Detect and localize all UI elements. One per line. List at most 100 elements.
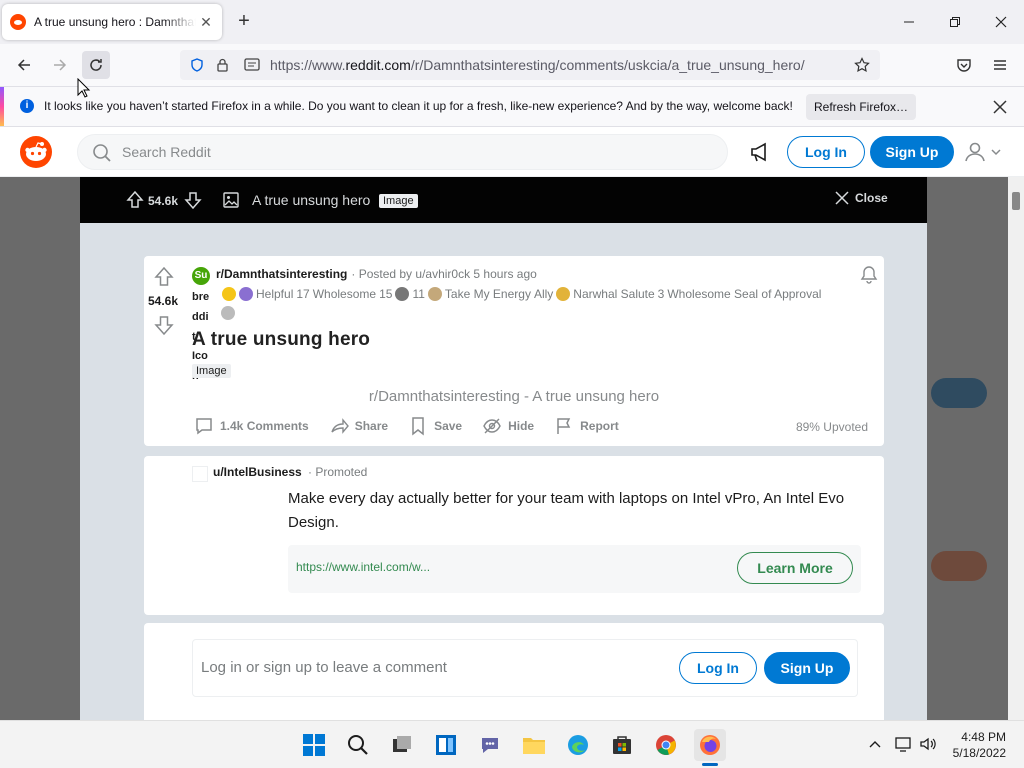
- flag-icon: [557, 418, 571, 434]
- post-meta: r/Damnthatsinteresting · Posted by u/avh…: [216, 267, 537, 281]
- user-icon: [965, 142, 985, 162]
- downvote-icon[interactable]: [153, 314, 175, 336]
- advertiser-avatar[interactable]: [192, 466, 208, 482]
- award-icon[interactable]: [239, 287, 253, 301]
- report-button[interactable]: Report: [554, 416, 619, 436]
- url-prefix: https://www.: [270, 57, 346, 73]
- chrome-icon[interactable]: [650, 729, 682, 761]
- overlay-flair: Image: [379, 194, 418, 208]
- search-icon: [92, 143, 112, 163]
- microsoft-store-icon[interactable]: [606, 729, 638, 761]
- comment-icon: [196, 418, 212, 435]
- task-view-icon[interactable]: [386, 729, 418, 761]
- comment-login-button[interactable]: Log In: [679, 652, 757, 684]
- forward-button[interactable]: [46, 51, 74, 79]
- show-hidden-icons-chevron-up-icon[interactable]: [868, 737, 882, 751]
- edge-browser-icon[interactable]: [562, 729, 594, 761]
- page-info-icon[interactable]: [244, 58, 260, 72]
- overlay-title: A true unsung hero: [252, 192, 371, 208]
- overlay-upvote-icon[interactable]: [125, 190, 145, 210]
- firefox-icon[interactable]: [694, 729, 726, 761]
- broken-icon-text-2: ddi: [192, 311, 209, 323]
- tab-close-icon[interactable]: ✕: [196, 12, 216, 32]
- network-icon[interactable]: [895, 736, 913, 752]
- posted-by[interactable]: · Posted by u/avhir0ck 5 hours ago: [351, 267, 536, 281]
- maximize-window-button[interactable]: [940, 8, 970, 36]
- promo-body[interactable]: Make every day actually better for your …: [288, 487, 868, 535]
- pocket-icon[interactable]: [950, 51, 978, 79]
- advertise-megaphone-icon[interactable]: [749, 141, 771, 163]
- tracking-protection-shield-icon[interactable]: [190, 58, 204, 72]
- comment-signup-button[interactable]: Sign Up: [764, 652, 850, 684]
- award-icon[interactable]: [556, 287, 571, 301]
- subreddit-link[interactable]: r/Damnthatsinteresting: [216, 267, 347, 281]
- image-alt-caption[interactable]: r/Damnthatsinteresting - A true unsung h…: [144, 388, 884, 405]
- new-tab-button[interactable]: +: [234, 11, 254, 32]
- awards-row: Helpful 17 Wholesome 15 11 Take My Energ…: [222, 287, 821, 301]
- subreddit-icon[interactable]: Su: [192, 267, 210, 285]
- page-scrollbar[interactable]: [1008, 177, 1024, 720]
- search-placeholder: Search Reddit: [122, 144, 211, 160]
- reload-button[interactable]: [82, 51, 110, 79]
- tab-title: A true unsung hero : Damnthatsinterestin…: [34, 15, 196, 29]
- refresh-firefox-button[interactable]: Refresh Firefox…: [806, 94, 916, 120]
- url-text[interactable]: https://www.reddit.com/r/Damnthatsintere…: [270, 57, 805, 73]
- header-login-button[interactable]: Log In: [787, 136, 865, 168]
- learn-more-button[interactable]: Learn More: [737, 552, 853, 584]
- windows-taskbar: 4:48 PM 5/18/2022: [0, 720, 1024, 768]
- url-path: /r/Damnthatsinteresting/comments/uskcia/…: [410, 57, 805, 73]
- upvote-icon[interactable]: [153, 266, 175, 288]
- award-icon[interactable]: [222, 287, 236, 301]
- close-window-button[interactable]: [986, 8, 1016, 36]
- promo-link-box[interactable]: https://www.intel.com/w... Learn More: [288, 545, 861, 593]
- notification-bell-icon[interactable]: [859, 265, 879, 285]
- system-clock[interactable]: 4:48 PM 5/18/2022: [946, 729, 1006, 761]
- overlay-downvote-icon[interactable]: [183, 190, 203, 210]
- teams-chat-icon[interactable]: [474, 729, 506, 761]
- header-signup-button[interactable]: Sign Up: [870, 136, 954, 168]
- award-label: Narwhal Salute: [573, 287, 655, 301]
- reddit-logo-icon[interactable]: [20, 136, 52, 168]
- post-title[interactable]: A true unsung hero: [192, 329, 370, 351]
- close-icon: [835, 191, 849, 205]
- taskbar-search-icon[interactable]: [342, 729, 374, 761]
- advertiser-user[interactable]: u/IntelBusiness: [213, 465, 302, 479]
- award-icon[interactable]: [395, 287, 410, 301]
- browser-tab-active[interactable]: A true unsung hero : Damnthatsinterestin…: [2, 4, 222, 40]
- comment-section: Log in or sign up to leave a comment Log…: [144, 623, 884, 720]
- award-count: 3: [657, 287, 665, 301]
- notification-close-icon[interactable]: [990, 97, 1010, 117]
- post-flair[interactable]: Image: [192, 364, 231, 378]
- promoted-post-card: u/IntelBusiness · Promoted Make every da…: [144, 456, 884, 615]
- user-dropdown[interactable]: [964, 141, 1002, 163]
- minimize-window-button[interactable]: [894, 8, 924, 36]
- address-bar[interactable]: https://www.reddit.com/r/Damnthatsintere…: [180, 50, 880, 80]
- scrollbar-thumb[interactable]: [1012, 192, 1020, 210]
- back-button[interactable]: [10, 51, 38, 79]
- volume-icon[interactable]: [919, 736, 937, 752]
- app-menu-icon[interactable]: [986, 51, 1014, 79]
- widgets-icon[interactable]: [430, 729, 462, 761]
- save-button[interactable]: Save: [408, 416, 462, 436]
- promo-link[interactable]: https://www.intel.com/w...: [296, 560, 430, 574]
- lock-icon[interactable]: [216, 58, 230, 72]
- sidebar-faded-button-2: [931, 551, 987, 581]
- browser-tab-bar: A true unsung hero : Damnthatsinterestin…: [0, 0, 1024, 44]
- award-count: 11: [412, 287, 425, 301]
- award-icon[interactable]: [427, 287, 442, 301]
- award-icon[interactable]: [221, 306, 235, 320]
- start-windows-icon[interactable]: [298, 729, 330, 761]
- file-explorer-icon[interactable]: [518, 729, 550, 761]
- comments-button[interactable]: 1.4k Comments: [194, 416, 309, 436]
- overlay-close-button[interactable]: Close: [835, 191, 888, 205]
- bookmark-star-icon[interactable]: [854, 57, 870, 73]
- post-sheet: 54.6k Su bre ddi t Ico n r/Damnthatsinte…: [80, 223, 927, 720]
- firefox-refresh-notification: i It looks like you haven’t started Fire…: [0, 86, 1024, 127]
- browser-nav-bar: https://www.reddit.com/r/Damnthatsintere…: [0, 44, 1024, 86]
- active-app-indicator: [702, 763, 718, 766]
- hide-button[interactable]: Hide: [482, 416, 534, 436]
- reddit-search-input[interactable]: Search Reddit: [77, 134, 728, 170]
- chevron-down-icon: [991, 149, 1001, 156]
- share-button[interactable]: Share: [329, 416, 388, 436]
- url-domain: reddit.com: [345, 57, 411, 73]
